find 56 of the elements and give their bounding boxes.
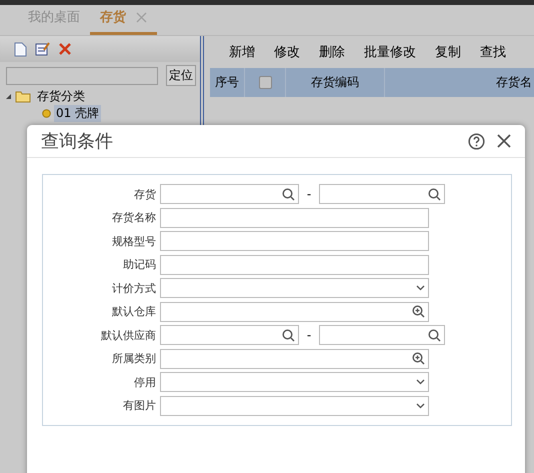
field-label: 默认仓库	[111, 304, 156, 319]
chevron-down-icon[interactable]	[416, 379, 425, 385]
range-separator: -	[306, 187, 312, 201]
folder-icon	[15, 90, 32, 103]
field-label: 存货名称	[111, 210, 156, 225]
dropdown-field[interactable]	[160, 372, 429, 392]
column-header: 存货编码	[311, 74, 359, 91]
locate-button[interactable]: 定位	[166, 65, 196, 86]
search-plus-icon[interactable]	[412, 352, 425, 365]
input-field[interactable]	[160, 302, 429, 322]
column-header: 存货名	[496, 74, 532, 91]
field-label: 所属类别	[111, 351, 156, 366]
input-field[interactable]	[160, 208, 429, 228]
range-separator: -	[306, 328, 312, 342]
field-label: 规格型号	[111, 234, 156, 248]
delete-icon[interactable]	[58, 42, 72, 56]
search-icon[interactable]	[428, 328, 441, 342]
dropdown-field[interactable]	[160, 396, 429, 416]
document-icon[interactable]	[14, 42, 27, 56]
input-field[interactable]	[160, 325, 299, 345]
input-field[interactable]	[160, 348, 429, 368]
field-label: 计价方式	[111, 280, 156, 296]
checkbox[interactable]	[258, 76, 272, 89]
help-icon[interactable]	[468, 132, 485, 150]
field-label: 有图片	[122, 398, 156, 413]
input-field[interactable]	[160, 231, 429, 251]
dot-icon	[42, 109, 51, 118]
edit-icon[interactable]	[35, 42, 50, 56]
toolbar-button[interactable]: 查找	[480, 43, 506, 61]
search-icon[interactable]	[282, 188, 295, 200]
search-plus-icon[interactable]	[412, 305, 425, 318]
tree-item[interactable]: 01 壳牌	[54, 105, 102, 122]
input-field[interactable]	[160, 254, 429, 274]
field-label: 停用	[133, 374, 156, 390]
input-field[interactable]	[160, 184, 299, 204]
toolbar-button[interactable]: 删除	[319, 43, 345, 61]
input-field[interactable]	[319, 184, 445, 204]
toolbar-button[interactable]: 复制	[435, 43, 461, 61]
chevron-down-icon[interactable]	[416, 402, 425, 408]
search-icon[interactable]	[428, 188, 441, 200]
column-header: 序号	[215, 74, 239, 91]
dropdown-field[interactable]	[160, 278, 429, 298]
close-icon[interactable]	[497, 134, 511, 148]
toolbar-button[interactable]: 修改	[274, 43, 300, 61]
expand-triangle-icon[interactable]	[5, 93, 12, 100]
input-field[interactable]	[319, 325, 445, 345]
field-label: 存货	[133, 186, 156, 202]
chevron-down-icon[interactable]	[416, 285, 425, 291]
locate-field[interactable]	[6, 66, 158, 84]
search-icon[interactable]	[282, 328, 295, 342]
tree-item[interactable]: 存货分类	[35, 88, 87, 105]
field-label: 默认供应商	[100, 328, 156, 342]
field-label: 助记码	[122, 257, 156, 272]
dialog-title: 查询条件	[41, 130, 114, 153]
toolbar-button[interactable]: 批量修改	[364, 43, 416, 61]
toolbar-button[interactable]: 新增	[229, 43, 255, 61]
